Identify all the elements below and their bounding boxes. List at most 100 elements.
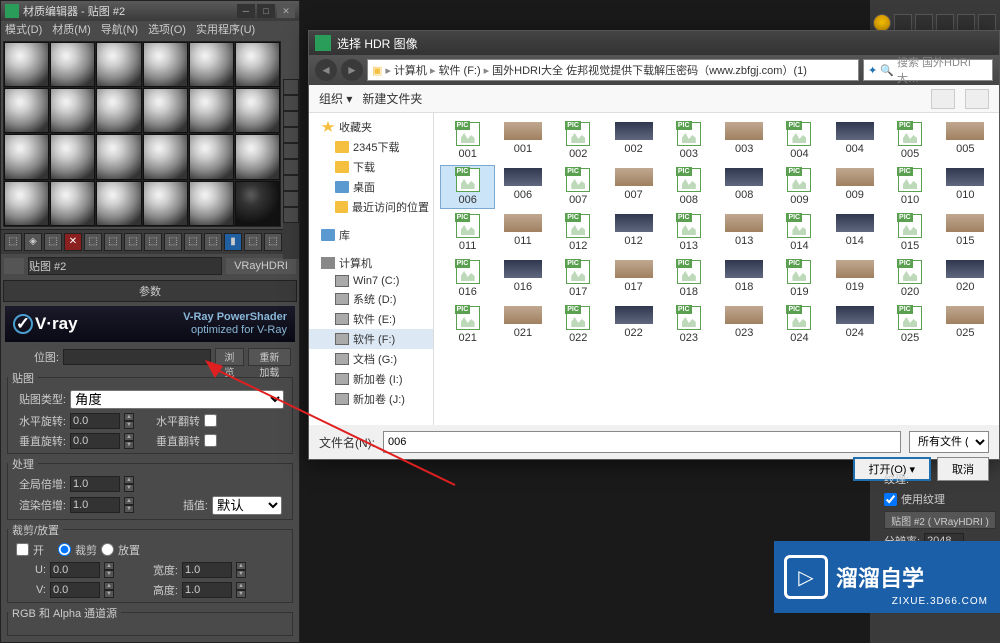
material-slot[interactable] bbox=[235, 42, 280, 87]
tree-drive-g[interactable]: 文档 (G:) bbox=[309, 349, 433, 369]
file-item[interactable]: 020 bbox=[882, 257, 937, 301]
material-slot[interactable] bbox=[50, 42, 95, 87]
params-header[interactable]: 参数 bbox=[3, 280, 297, 302]
material-slot-active[interactable] bbox=[235, 181, 280, 226]
tree-drive-i[interactable]: 新加卷 (I:) bbox=[309, 369, 433, 389]
file-item[interactable]: 019 bbox=[827, 257, 882, 301]
spin-down[interactable]: ▼ bbox=[236, 590, 246, 598]
place-radio[interactable] bbox=[101, 543, 114, 556]
material-slot[interactable] bbox=[50, 181, 95, 226]
spin-up[interactable]: ▲ bbox=[124, 497, 134, 505]
fd-title-bar[interactable]: 选择 HDR 图像 bbox=[309, 31, 999, 55]
tool-btn[interactable]: ⬚ bbox=[244, 233, 262, 251]
material-slot[interactable] bbox=[4, 42, 49, 87]
side-tool[interactable] bbox=[283, 143, 299, 159]
u-spinner[interactable]: 0.0 bbox=[50, 562, 100, 578]
file-item[interactable]: 003 bbox=[716, 119, 771, 163]
tree-computer[interactable]: 计算机 bbox=[309, 253, 433, 273]
organize-button[interactable]: 组织 ▾ bbox=[319, 90, 352, 107]
tool-btn[interactable]: ⬚ bbox=[164, 233, 182, 251]
map-type-button[interactable]: VRayHDRI bbox=[226, 258, 296, 274]
spin-down[interactable]: ▼ bbox=[124, 441, 134, 449]
file-item[interactable]: 019 bbox=[772, 257, 827, 301]
file-item[interactable]: 014 bbox=[827, 211, 882, 255]
tree-drive-d[interactable]: 系统 (D:) bbox=[309, 289, 433, 309]
spin-down[interactable]: ▼ bbox=[236, 570, 246, 578]
file-item[interactable]: 020 bbox=[938, 257, 993, 301]
spin-up[interactable]: ▲ bbox=[104, 562, 114, 570]
pick-icon[interactable] bbox=[4, 258, 24, 274]
file-item[interactable]: 008 bbox=[716, 165, 771, 209]
vflip-checkbox[interactable] bbox=[204, 434, 217, 447]
file-item[interactable]: 002 bbox=[606, 119, 661, 163]
hflip-checkbox[interactable] bbox=[204, 414, 217, 427]
file-item[interactable]: 013 bbox=[716, 211, 771, 255]
menu-options[interactable]: 选项(O) bbox=[148, 21, 186, 39]
file-item[interactable]: 009 bbox=[772, 165, 827, 209]
interp-select[interactable]: 默认 bbox=[212, 496, 282, 515]
side-tool[interactable] bbox=[283, 95, 299, 111]
spin-down[interactable]: ▼ bbox=[124, 421, 134, 429]
tool-btn[interactable]: ⬚ bbox=[264, 233, 282, 251]
spin-down[interactable]: ▼ bbox=[104, 590, 114, 598]
spin-down[interactable]: ▼ bbox=[124, 484, 134, 492]
tree-2345[interactable]: 2345下载 bbox=[309, 137, 433, 157]
file-item[interactable]: 006 bbox=[440, 165, 495, 209]
tree-drive-f[interactable]: 软件 (F:) bbox=[309, 329, 433, 349]
material-slot[interactable] bbox=[4, 88, 49, 133]
breadcrumb[interactable]: ▣▸ 计算机▸ 软件 (F:)▸ 国外HDRI大全 佐邦视觉提供下载解压密码（w… bbox=[367, 59, 859, 81]
file-item[interactable]: 017 bbox=[606, 257, 661, 301]
tool-btn[interactable]: ◈ bbox=[24, 233, 42, 251]
overall-spinner[interactable]: 1.0 bbox=[70, 476, 120, 492]
help-button[interactable] bbox=[965, 89, 989, 109]
file-item[interactable]: 023 bbox=[716, 303, 771, 347]
tool-btn[interactable]: ⬚ bbox=[44, 233, 62, 251]
tree-drive-j[interactable]: 新加卷 (J:) bbox=[309, 389, 433, 409]
file-item[interactable]: 010 bbox=[882, 165, 937, 209]
delete-button[interactable]: ✕ bbox=[64, 233, 82, 251]
file-item[interactable]: 007 bbox=[606, 165, 661, 209]
tool-btn[interactable]: ⬚ bbox=[144, 233, 162, 251]
tool-btn[interactable]: ⬚ bbox=[84, 233, 102, 251]
material-slot[interactable] bbox=[4, 134, 49, 179]
file-item[interactable]: 017 bbox=[551, 257, 606, 301]
tree-favorites[interactable]: 收藏夹 bbox=[309, 117, 433, 137]
file-item[interactable]: 012 bbox=[551, 211, 606, 255]
file-item[interactable]: 004 bbox=[772, 119, 827, 163]
spin-up[interactable]: ▲ bbox=[236, 562, 246, 570]
file-item[interactable]: 011 bbox=[440, 211, 495, 255]
new-folder-button[interactable]: 新建文件夹 bbox=[362, 90, 422, 107]
spin-up[interactable]: ▲ bbox=[104, 582, 114, 590]
material-slot[interactable] bbox=[235, 134, 280, 179]
material-slot[interactable] bbox=[143, 88, 188, 133]
side-tool[interactable] bbox=[283, 175, 299, 191]
tool-btn[interactable]: ⬚ bbox=[4, 233, 22, 251]
file-item[interactable]: 025 bbox=[882, 303, 937, 347]
material-slot[interactable] bbox=[4, 181, 49, 226]
file-item[interactable]: 012 bbox=[606, 211, 661, 255]
material-slot[interactable] bbox=[143, 181, 188, 226]
search-input[interactable]: ✦ 🔍 搜索 国外HDRI大… bbox=[863, 59, 993, 81]
material-slot[interactable] bbox=[96, 134, 141, 179]
file-item[interactable]: 001 bbox=[495, 119, 550, 163]
map-name-input[interactable] bbox=[28, 257, 222, 275]
material-slot[interactable] bbox=[189, 134, 234, 179]
file-item[interactable]: 015 bbox=[882, 211, 937, 255]
material-slot[interactable] bbox=[96, 88, 141, 133]
browse-button[interactable]: 浏览 bbox=[215, 348, 244, 366]
material-slot[interactable] bbox=[143, 134, 188, 179]
minimize-button[interactable]: ─ bbox=[237, 4, 255, 18]
render-spinner[interactable]: 1.0 bbox=[70, 497, 120, 513]
forward-button[interactable]: ► bbox=[341, 59, 363, 81]
file-item[interactable]: 018 bbox=[661, 257, 716, 301]
side-tool[interactable] bbox=[283, 127, 299, 143]
file-item[interactable]: 016 bbox=[495, 257, 550, 301]
tree-drive-c[interactable]: Win7 (C:) bbox=[309, 273, 433, 289]
filter-select[interactable]: 所有文件 (*.*) bbox=[909, 431, 989, 453]
tree-drive-e[interactable]: 软件 (E:) bbox=[309, 309, 433, 329]
material-slot[interactable] bbox=[143, 42, 188, 87]
file-item[interactable]: 005 bbox=[882, 119, 937, 163]
maptype-select[interactable]: 角度 bbox=[70, 390, 284, 409]
menu-nav[interactable]: 导航(N) bbox=[101, 21, 138, 39]
file-item[interactable]: 002 bbox=[551, 119, 606, 163]
